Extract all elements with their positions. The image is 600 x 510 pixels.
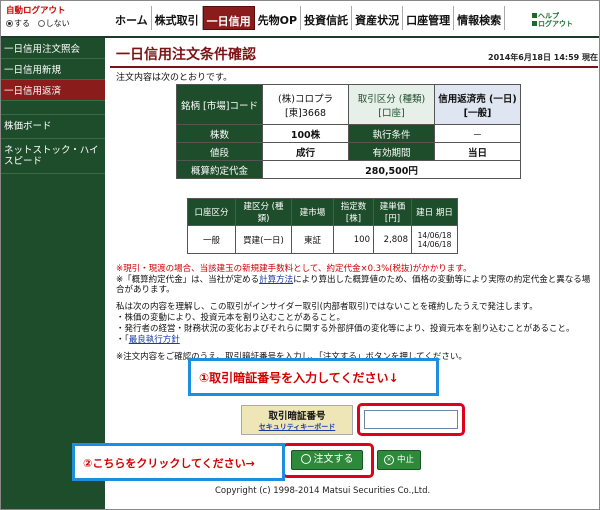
security-keyboard-link[interactable]: セキュリティキーボード: [242, 422, 352, 432]
cond-value: －: [434, 124, 521, 143]
help-logout: ヘルプ ログアウト: [532, 12, 573, 28]
expiry-label: 有効期間: [348, 142, 435, 161]
notes: ※現引・現渡の場合、当該建玉の新規建手数料として、約定代金×0.3%(税抜)がか…: [116, 264, 594, 363]
nav-futures-options[interactable]: 先物OP: [255, 6, 302, 30]
pin-callout: ①取引暗証番号を入力してください↓: [188, 358, 439, 396]
calc-method-link[interactable]: 計算方法: [259, 275, 293, 285]
pos-cell-dates: 14/06/18 14/06/18: [411, 225, 458, 254]
cond-label: 執行条件: [348, 124, 435, 143]
order-button-label: 注文する: [313, 454, 354, 465]
pos-header-price: 建単価 [円]: [373, 198, 412, 226]
auto-logout-on-radio[interactable]: [6, 20, 13, 27]
note-delivery: ※現引・現渡の場合、当該建玉の新規建手数料として、約定代金×0.3%(税抜)がか…: [116, 264, 472, 274]
pos-cell-price: 2,808: [373, 225, 412, 254]
pos-header-account: 口座区分: [187, 198, 236, 226]
sidebar-item-repay[interactable]: 一日信用返済: [0, 80, 105, 101]
order-button[interactable]: 注文する: [291, 450, 363, 470]
circle-icon: [300, 454, 311, 464]
sidebar-item-netstock[interactable]: ネットストック・ハイスピード: [0, 139, 105, 174]
stock-name: (株)コロプラ: [278, 93, 333, 105]
pos-header-market: 建市場: [291, 198, 334, 226]
cancel-button[interactable]: × 中止: [377, 450, 421, 470]
pin-label: 取引暗証番号 セキュリティキーボード: [241, 405, 353, 435]
sidebar: 一日信用注文照会 一日信用新規 一日信用返済 株価ボード ネットストック・ハイス…: [0, 38, 105, 510]
qty-value: 100株: [262, 124, 349, 143]
square-icon: [532, 13, 537, 18]
help-link[interactable]: ヘルプ: [532, 12, 573, 20]
logout-link[interactable]: ログアウト: [532, 20, 573, 28]
nav-info-search[interactable]: 情報検索: [454, 6, 506, 30]
expiry-value: 当日: [434, 142, 521, 161]
copyright: Copyright (c) 1998-2014 Matsui Securitie…: [215, 486, 431, 496]
page-title-text: 一日信用注文条件確認: [116, 47, 256, 63]
estimate-value: 280,500円: [262, 160, 521, 179]
price-value: 成行: [262, 142, 349, 161]
nav-day-margin[interactable]: 一日信用: [202, 6, 255, 30]
auto-logout: 自動ログアウト する しない: [6, 4, 98, 29]
note-best-exec-prefix: ・「: [116, 335, 129, 345]
order-callout: ②こちらをクリックしてください→: [72, 443, 285, 481]
auto-logout-options: する しない: [6, 18, 98, 29]
main-nav: ホーム 株式取引 一日信用 先物OP 投資信託 資産状況 口座管理 情報検索: [112, 6, 506, 34]
pin-input[interactable]: [364, 410, 458, 429]
pos-cell-market: 東証: [291, 225, 334, 254]
note-insider: 私は次の内容を理解し、この取引がインサイダー取引(内部者取引)ではないことを確約…: [116, 302, 538, 312]
order-summary-table: 銘柄 [市場]コード (株)コロプラ [東]3668 取引区分 (種類) [口座]…: [176, 84, 521, 179]
stock-code: [東]3668: [284, 107, 327, 119]
auto-logout-on-label: する: [14, 19, 30, 28]
pos-cell-account: 一般: [187, 225, 236, 254]
cancel-icon: ×: [383, 454, 394, 465]
note-risk-1: ・株価の変動により、投資元本を割り込むことがあること。: [116, 313, 345, 323]
auto-logout-off-radio[interactable]: [37, 20, 45, 27]
logout-label: ログアウト: [538, 20, 573, 28]
auto-logout-title: 自動ログアウト: [6, 6, 66, 16]
stock-label: 銘柄 [市場]コード: [176, 84, 263, 125]
qty-label: 株数: [176, 124, 263, 143]
nav-stock-trade[interactable]: 株式取引: [152, 6, 203, 30]
cancel-button-label: 中止: [396, 455, 414, 465]
auto-logout-off-label: しない: [45, 19, 70, 28]
trade-type-label: 取引区分 (種類) [口座]: [348, 84, 435, 125]
nav-home[interactable]: ホーム: [112, 6, 152, 30]
timestamp: 2014年6月18日 14:59 現在: [488, 53, 598, 62]
main-content: 一日信用注文条件確認 2014年6月18日 14:59 現在 注文内容は次のとお…: [110, 40, 598, 362]
nav-assets[interactable]: 資産状況: [352, 6, 404, 30]
nav-account[interactable]: 口座管理: [403, 6, 455, 30]
nav-investment-trust[interactable]: 投資信託: [301, 6, 353, 30]
sidebar-item-order-inquiry[interactable]: 一日信用注文照会: [0, 38, 105, 59]
sidebar-item-new[interactable]: 一日信用新規: [0, 59, 105, 80]
note-risk-2: ・発行者の経営・財務状況の変化およびそれらに関する外部評価の変化等により、投資元…: [116, 324, 575, 334]
intro-text: 注文内容は次のとおりです。: [116, 73, 233, 83]
pin-label-text: 取引暗証番号: [268, 411, 326, 422]
pos-cell-type: 買建(一日): [235, 225, 292, 254]
pos-header-qty: 指定数 [株]: [333, 198, 374, 226]
trade-type-value: 信用返済売 (一日) [一般]: [434, 84, 521, 125]
position-table: 口座区分 建区分 (種類) 建市場 指定数 [株] 建単価 [円] 建日 期日 …: [187, 198, 458, 254]
pos-cell-qty: 100: [333, 225, 374, 254]
top-bar: 自動ログアウト する しない ホーム 株式取引 一日信用 先物OP 投資信託 資…: [0, 0, 600, 38]
price-label: 値段: [176, 142, 263, 161]
stock-value: (株)コロプラ [東]3668: [262, 84, 349, 125]
square-icon: [532, 21, 537, 26]
pos-header-type: 建区分 (種類): [235, 198, 292, 226]
estimate-label: 概算約定代金: [176, 160, 263, 179]
pos-header-dates: 建日 期日: [411, 198, 458, 226]
note-estimate: ※「概算約定代金」は、当社が定める計算方法により算出した概算値のため、価格の変動…: [116, 275, 594, 295]
page-title: 一日信用注文条件確認 2014年6月18日 14:59 現在: [110, 40, 598, 68]
note-estimate-text-a: ※「概算約定代金」は、当社が定める: [116, 275, 260, 285]
sidebar-divider: [0, 101, 105, 115]
sidebar-item-stock-board[interactable]: 株価ボード: [0, 115, 105, 139]
help-label: ヘルプ: [538, 12, 559, 20]
note-best-exec: ・「最良執行方針: [116, 335, 594, 345]
best-execution-link[interactable]: 最良執行方針: [129, 335, 180, 345]
pin-input-highlight: [357, 403, 465, 436]
